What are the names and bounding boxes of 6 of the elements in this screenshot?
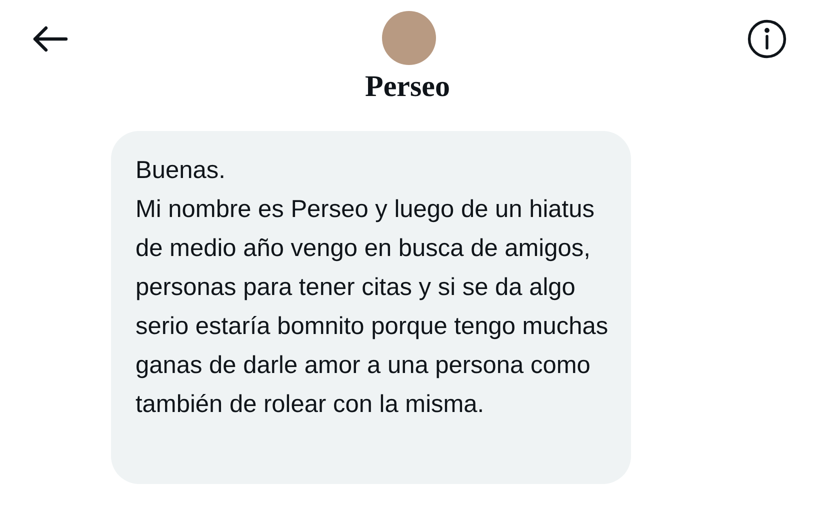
message-bubble: Buenas. Mi nombre es Perseo y luego de un hiatus de medio año vengo en busca de amigos, personas para tener citas y si se da algo serio estaría bomnito porque tengo muchas ganas de darle amor a una persona como también de rolear con la misma. xyxy=(110,131,630,484)
info-button[interactable] xyxy=(747,19,787,59)
info-icon xyxy=(747,17,787,61)
contact-name: Perseo xyxy=(365,70,450,104)
avatar[interactable] xyxy=(382,11,436,65)
back-arrow-icon xyxy=(32,25,68,53)
